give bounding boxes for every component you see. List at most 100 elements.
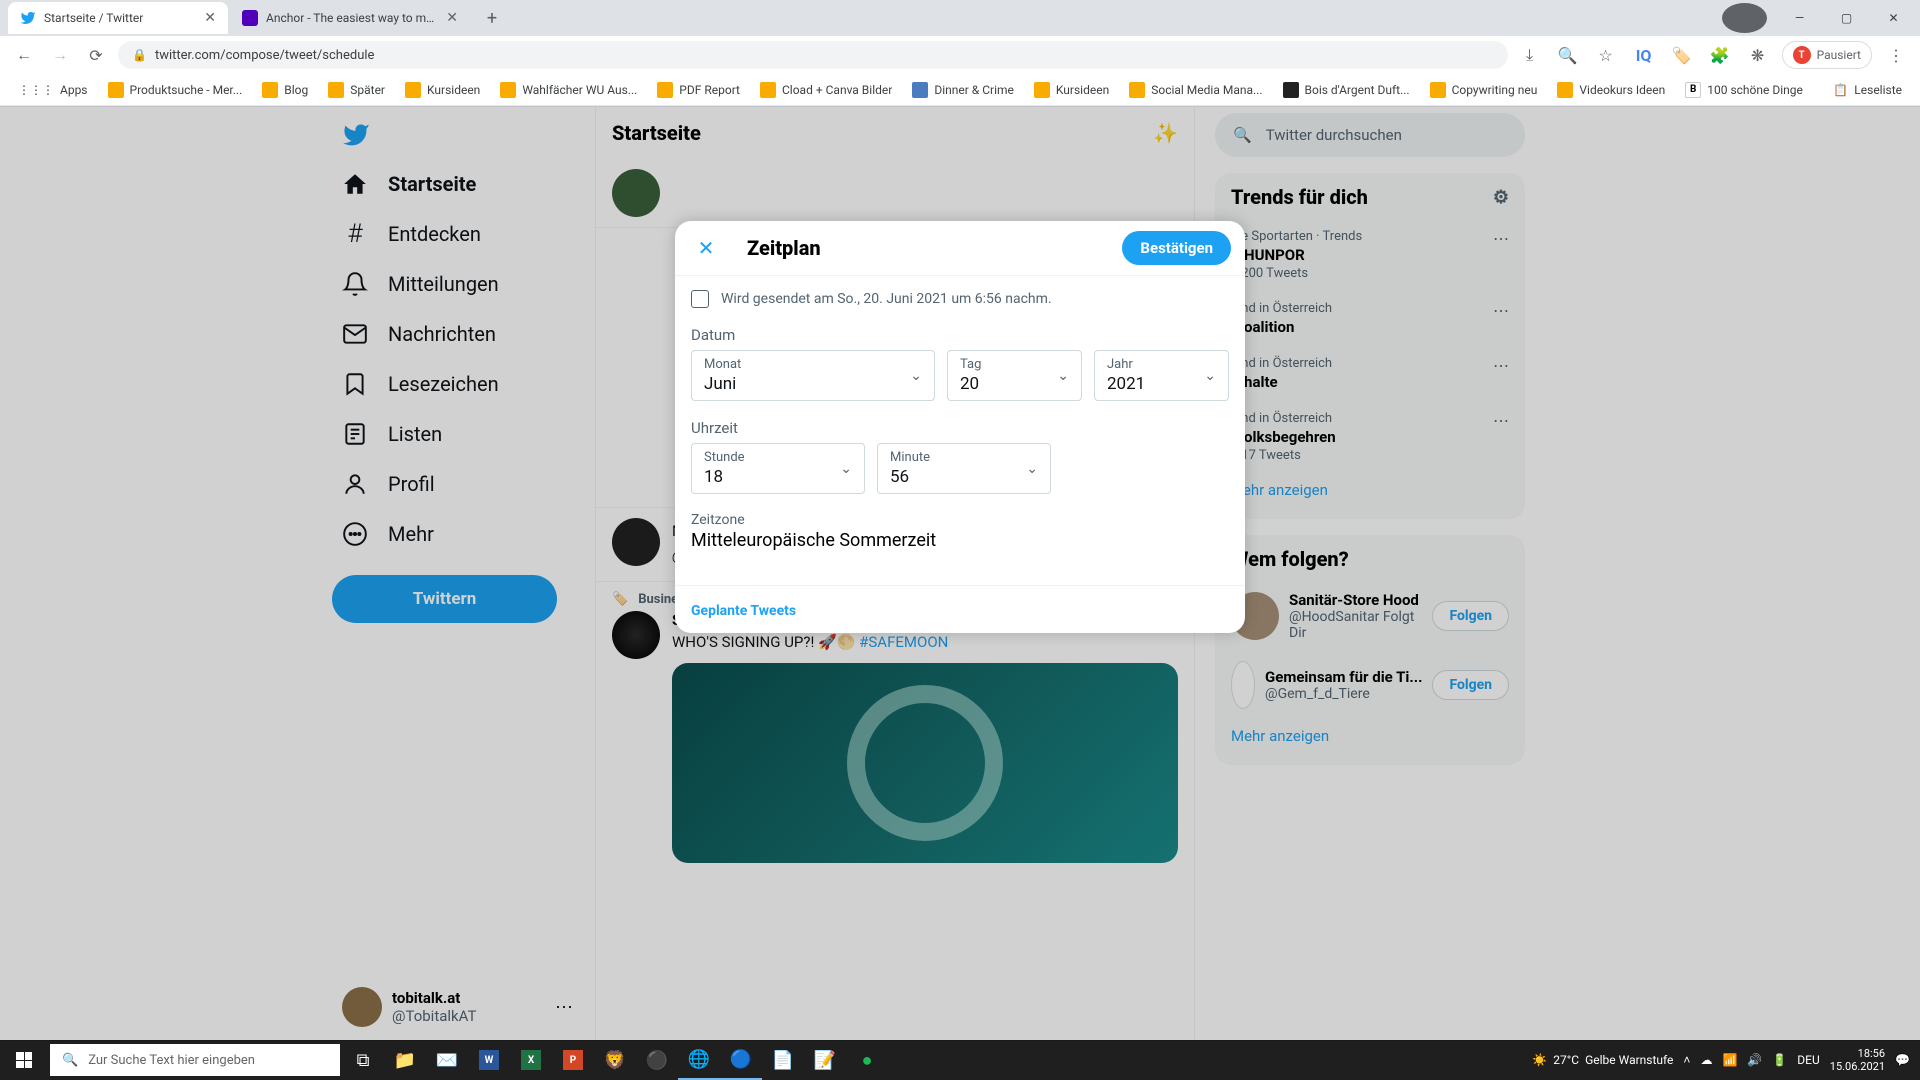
onedrive-icon[interactable]: ☁ bbox=[1700, 1053, 1712, 1067]
bookmark-item[interactable]: Dinner & Crime bbox=[904, 78, 1022, 102]
bookmark-item[interactable]: Bois d'Argent Duft... bbox=[1275, 78, 1418, 102]
profile-paused-badge[interactable]: T Pausiert bbox=[1782, 41, 1872, 69]
forward-button[interactable]: → bbox=[46, 41, 74, 69]
start-button[interactable] bbox=[0, 1040, 48, 1080]
extension-icon[interactable]: ❋ bbox=[1744, 41, 1772, 69]
address-bar[interactable]: 🔒 twitter.com/compose/tweet/schedule bbox=[118, 41, 1508, 69]
mail-icon[interactable]: ✉️ bbox=[426, 1040, 468, 1080]
folder-icon bbox=[262, 82, 278, 98]
anchor-icon bbox=[242, 10, 258, 26]
folder-icon bbox=[328, 82, 344, 98]
browser-tab[interactable]: Anchor - The easiest way to mak... ✕ bbox=[230, 2, 470, 34]
menu-icon[interactable]: ⋮ bbox=[1882, 41, 1910, 69]
twitter-icon bbox=[20, 10, 36, 26]
tray-chevron-icon[interactable]: ˄ bbox=[1683, 1053, 1690, 1067]
back-button[interactable]: ← bbox=[10, 41, 38, 69]
bookmark-item[interactable]: B100 schöne Dinge bbox=[1677, 78, 1811, 102]
star-icon[interactable]: ☆ bbox=[1592, 41, 1620, 69]
maximize-button[interactable]: ▢ bbox=[1824, 3, 1869, 33]
bookmark-item[interactable]: Blog bbox=[254, 78, 316, 102]
browser-tab-active[interactable]: Startseite / Twitter ✕ bbox=[8, 2, 228, 34]
folder-icon bbox=[500, 82, 516, 98]
task-view-icon[interactable]: ⧉ bbox=[342, 1040, 384, 1080]
battery-icon[interactable]: 🔋 bbox=[1772, 1053, 1787, 1067]
hour-select[interactable]: Stunde 18 ⌄ bbox=[691, 443, 865, 494]
folder-icon bbox=[108, 82, 124, 98]
bookmark-item[interactable]: Kursideen bbox=[397, 78, 488, 102]
minute-select[interactable]: Minute 56 ⌄ bbox=[877, 443, 1051, 494]
bookmark-item[interactable]: PDF Report bbox=[649, 78, 748, 102]
folder-icon bbox=[1557, 82, 1573, 98]
apps-button[interactable]: ⋮⋮⋮Apps bbox=[10, 79, 96, 101]
extension-icon[interactable]: 🏷️ bbox=[1668, 41, 1696, 69]
explorer-icon[interactable]: 📁 bbox=[384, 1040, 426, 1080]
browser-chrome: Startseite / Twitter ✕ Anchor - The easi… bbox=[0, 0, 1920, 107]
chevron-down-icon: ⌄ bbox=[1057, 368, 1069, 384]
schedule-info: Wird gesendet am So., 20. Juni 2021 um 6… bbox=[691, 290, 1229, 308]
weather-widget[interactable]: ☀️ 27°C Gelbe Warnstufe bbox=[1532, 1053, 1673, 1067]
scheduled-tweets-link[interactable]: Geplante Tweets bbox=[691, 603, 796, 619]
year-select[interactable]: Jahr 2021 ⌄ bbox=[1094, 350, 1229, 401]
confirm-button[interactable]: Bestätigen bbox=[1122, 231, 1231, 265]
lock-icon: 🔒 bbox=[132, 48, 147, 62]
app-icon[interactable]: 📄 bbox=[762, 1040, 804, 1080]
folder-icon bbox=[405, 82, 421, 98]
bookmark-item[interactable]: Produktsuche - Mer... bbox=[100, 78, 251, 102]
notepad-icon[interactable]: 📝 bbox=[804, 1040, 846, 1080]
bookmark-item[interactable]: Copywriting neu bbox=[1422, 78, 1546, 102]
taskbar-search[interactable]: 🔍 Zur Suche Text hier eingeben bbox=[50, 1044, 340, 1076]
clock[interactable]: 18:56 15.06.2021 bbox=[1830, 1047, 1885, 1073]
excel-icon[interactable]: X bbox=[510, 1040, 552, 1080]
weather-icon: ☀️ bbox=[1532, 1053, 1547, 1067]
tab-title: Startseite / Twitter bbox=[44, 11, 196, 25]
apps-icon: ⋮⋮⋮ bbox=[18, 83, 54, 97]
spotify-icon[interactable]: ● bbox=[846, 1040, 888, 1080]
folder-icon bbox=[1430, 82, 1446, 98]
bookmark-item[interactable]: Social Media Mana... bbox=[1121, 78, 1270, 102]
close-icon[interactable]: ✕ bbox=[204, 10, 216, 26]
extension-icon[interactable]: IQ bbox=[1630, 41, 1658, 69]
bookmark-item[interactable]: Kursideen bbox=[1026, 78, 1117, 102]
date-section-label: Datum bbox=[691, 326, 1229, 344]
search-icon: 🔍 bbox=[62, 1053, 78, 1068]
schedule-modal: ✕ Zeitplan Bestätigen Wird gesendet am S… bbox=[675, 221, 1245, 633]
volume-icon[interactable]: 🔊 bbox=[1747, 1053, 1762, 1067]
site-icon: B bbox=[1685, 82, 1701, 98]
twitter-app: Startseite #Entdecken Mitteilungen Nachr… bbox=[0, 107, 1920, 1041]
chevron-down-icon: ⌄ bbox=[840, 461, 852, 477]
word-icon[interactable]: W bbox=[468, 1040, 510, 1080]
language-indicator[interactable]: DEU bbox=[1797, 1053, 1819, 1067]
notifications-icon[interactable]: 💬 bbox=[1895, 1053, 1910, 1067]
folder-icon bbox=[1034, 82, 1050, 98]
extensions-icon[interactable]: 🧩 bbox=[1706, 41, 1734, 69]
edge-icon[interactable]: 🔵 bbox=[720, 1040, 762, 1080]
close-window-button[interactable]: ✕ bbox=[1871, 3, 1916, 33]
close-icon[interactable]: ✕ bbox=[446, 10, 458, 26]
month-select[interactable]: Monat Juni ⌄ bbox=[691, 350, 935, 401]
timezone-label: Zeitzone bbox=[691, 512, 1229, 528]
chevron-down-icon: ⌄ bbox=[1204, 368, 1216, 384]
install-icon[interactable]: ⤓ bbox=[1516, 41, 1544, 69]
chrome-profile-icon[interactable] bbox=[1722, 3, 1767, 33]
folder-icon bbox=[1129, 82, 1145, 98]
network-icon[interactable]: 📶 bbox=[1722, 1053, 1737, 1067]
reading-list-button[interactable]: 📋Leseliste bbox=[1825, 79, 1910, 101]
folder-icon bbox=[657, 82, 673, 98]
new-tab-button[interactable]: + bbox=[478, 4, 506, 32]
bookmark-item[interactable]: Wahlfächer WU Aus... bbox=[492, 78, 645, 102]
zoom-icon[interactable]: 🔍 bbox=[1554, 41, 1582, 69]
obs-icon[interactable]: ⚫ bbox=[636, 1040, 678, 1080]
chrome-icon[interactable]: 🌐 bbox=[678, 1040, 720, 1080]
bookmark-item[interactable]: Videokurs Ideen bbox=[1549, 78, 1673, 102]
reload-button[interactable]: ⟳ bbox=[82, 41, 110, 69]
bookmark-item[interactable]: Später bbox=[320, 78, 393, 102]
powerpoint-icon[interactable]: P bbox=[552, 1040, 594, 1080]
extension-area: ⤓ 🔍 ☆ IQ 🏷️ 🧩 ❋ T Pausiert ⋮ bbox=[1516, 41, 1910, 69]
day-select[interactable]: Tag 20 ⌄ bbox=[947, 350, 1082, 401]
close-button[interactable]: ✕ bbox=[689, 231, 723, 265]
bookmark-item[interactable]: Cload + Canva Bilder bbox=[752, 78, 900, 102]
minimize-button[interactable]: — bbox=[1777, 3, 1822, 33]
folder-icon bbox=[760, 82, 776, 98]
profile-avatar-icon: T bbox=[1793, 46, 1811, 64]
brave-icon[interactable]: 🦁 bbox=[594, 1040, 636, 1080]
